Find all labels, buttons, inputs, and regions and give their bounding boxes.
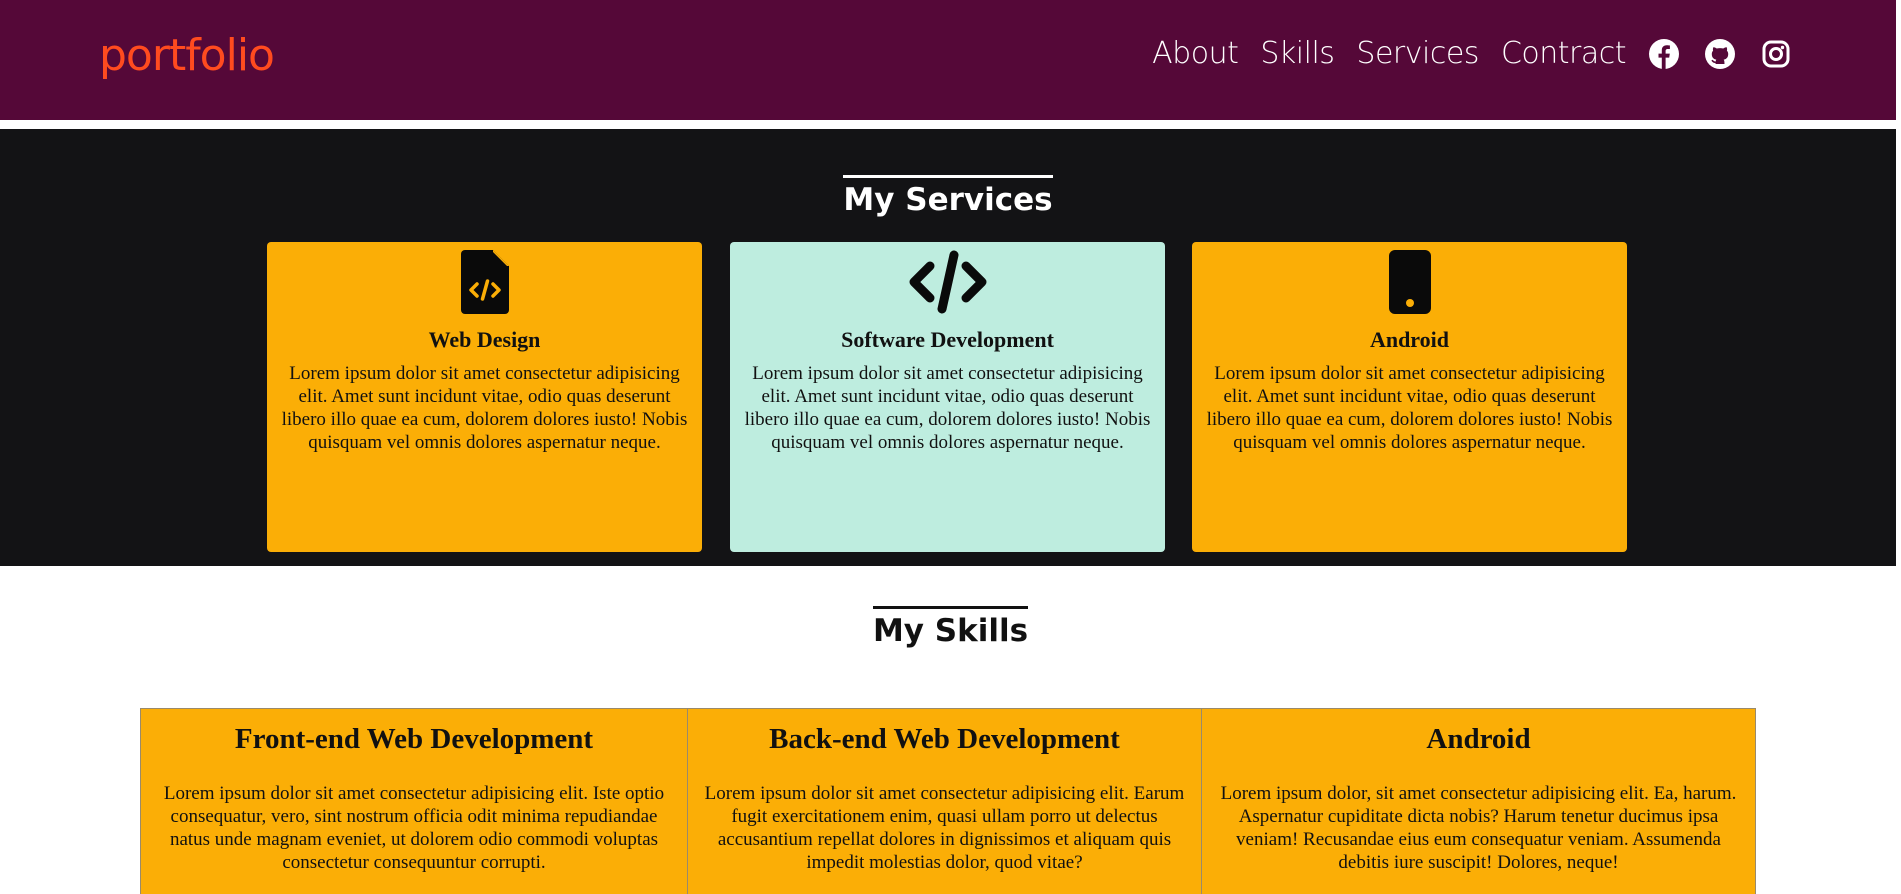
skill-title: Back-end Web Development [769, 723, 1120, 755]
skill-title: Android [1426, 723, 1531, 755]
skill-title: Front-end Web Development [234, 723, 594, 755]
code-icon [730, 250, 1165, 314]
site-logo[interactable]: portfolio [99, 30, 275, 81]
nav-link-about[interactable]: About [1152, 36, 1239, 71]
service-card-title: Android [1369, 327, 1450, 352]
skill-text: Lorem ipsum dolor sit amet consectetur a… [163, 783, 665, 873]
nav-link-contract[interactable]: Contract [1501, 36, 1627, 71]
service-card-software-development: Software Development Lorem ipsum dolor s… [730, 242, 1165, 552]
service-card-text: Lorem ipsum dolor sit amet consectetur a… [281, 363, 688, 453]
facebook-icon[interactable] [1648, 38, 1680, 70]
site-header: portfolio About Skills Services Contract [0, 0, 1896, 120]
skills-heading: My Skills [0, 606, 1901, 651]
skill-text: Lorem ipsum dolor, sit amet consectetur … [1220, 783, 1737, 873]
skill-column-back-end: Back-end Web Development Lorem ipsum dol… [687, 709, 1201, 894]
mobile-phone-icon [1192, 250, 1627, 314]
instagram-icon[interactable] [1760, 38, 1792, 70]
service-card-title: Software Development [841, 327, 1054, 352]
github-icon[interactable] [1704, 38, 1736, 70]
skills-table: Front-end Web Development Lorem ipsum do… [140, 708, 1756, 894]
services-heading: My Services [0, 175, 1896, 220]
skill-text: Lorem ipsum dolor sit amet consectetur a… [704, 783, 1185, 873]
services-section: My Services Web Design Lorem ipsum dolor… [0, 129, 1896, 566]
nav-link-services[interactable]: Services [1356, 36, 1479, 71]
skill-column-front-end: Front-end Web Development Lorem ipsum do… [141, 709, 687, 894]
service-card-web-design: Web Design Lorem ipsum dolor sit amet co… [267, 242, 702, 552]
main-nav: About Skills Services Contract [1130, 36, 1792, 71]
file-code-icon [267, 250, 702, 314]
service-card-title: Web Design [428, 327, 541, 352]
service-card-android: Android Lorem ipsum dolor sit amet conse… [1192, 242, 1627, 552]
service-card-text: Lorem ipsum dolor sit amet consectetur a… [744, 363, 1151, 453]
skill-column-android: Android Lorem ipsum dolor, sit amet cons… [1201, 709, 1755, 894]
nav-link-skills[interactable]: Skills [1260, 36, 1335, 71]
service-card-text: Lorem ipsum dolor sit amet consectetur a… [1206, 363, 1613, 453]
